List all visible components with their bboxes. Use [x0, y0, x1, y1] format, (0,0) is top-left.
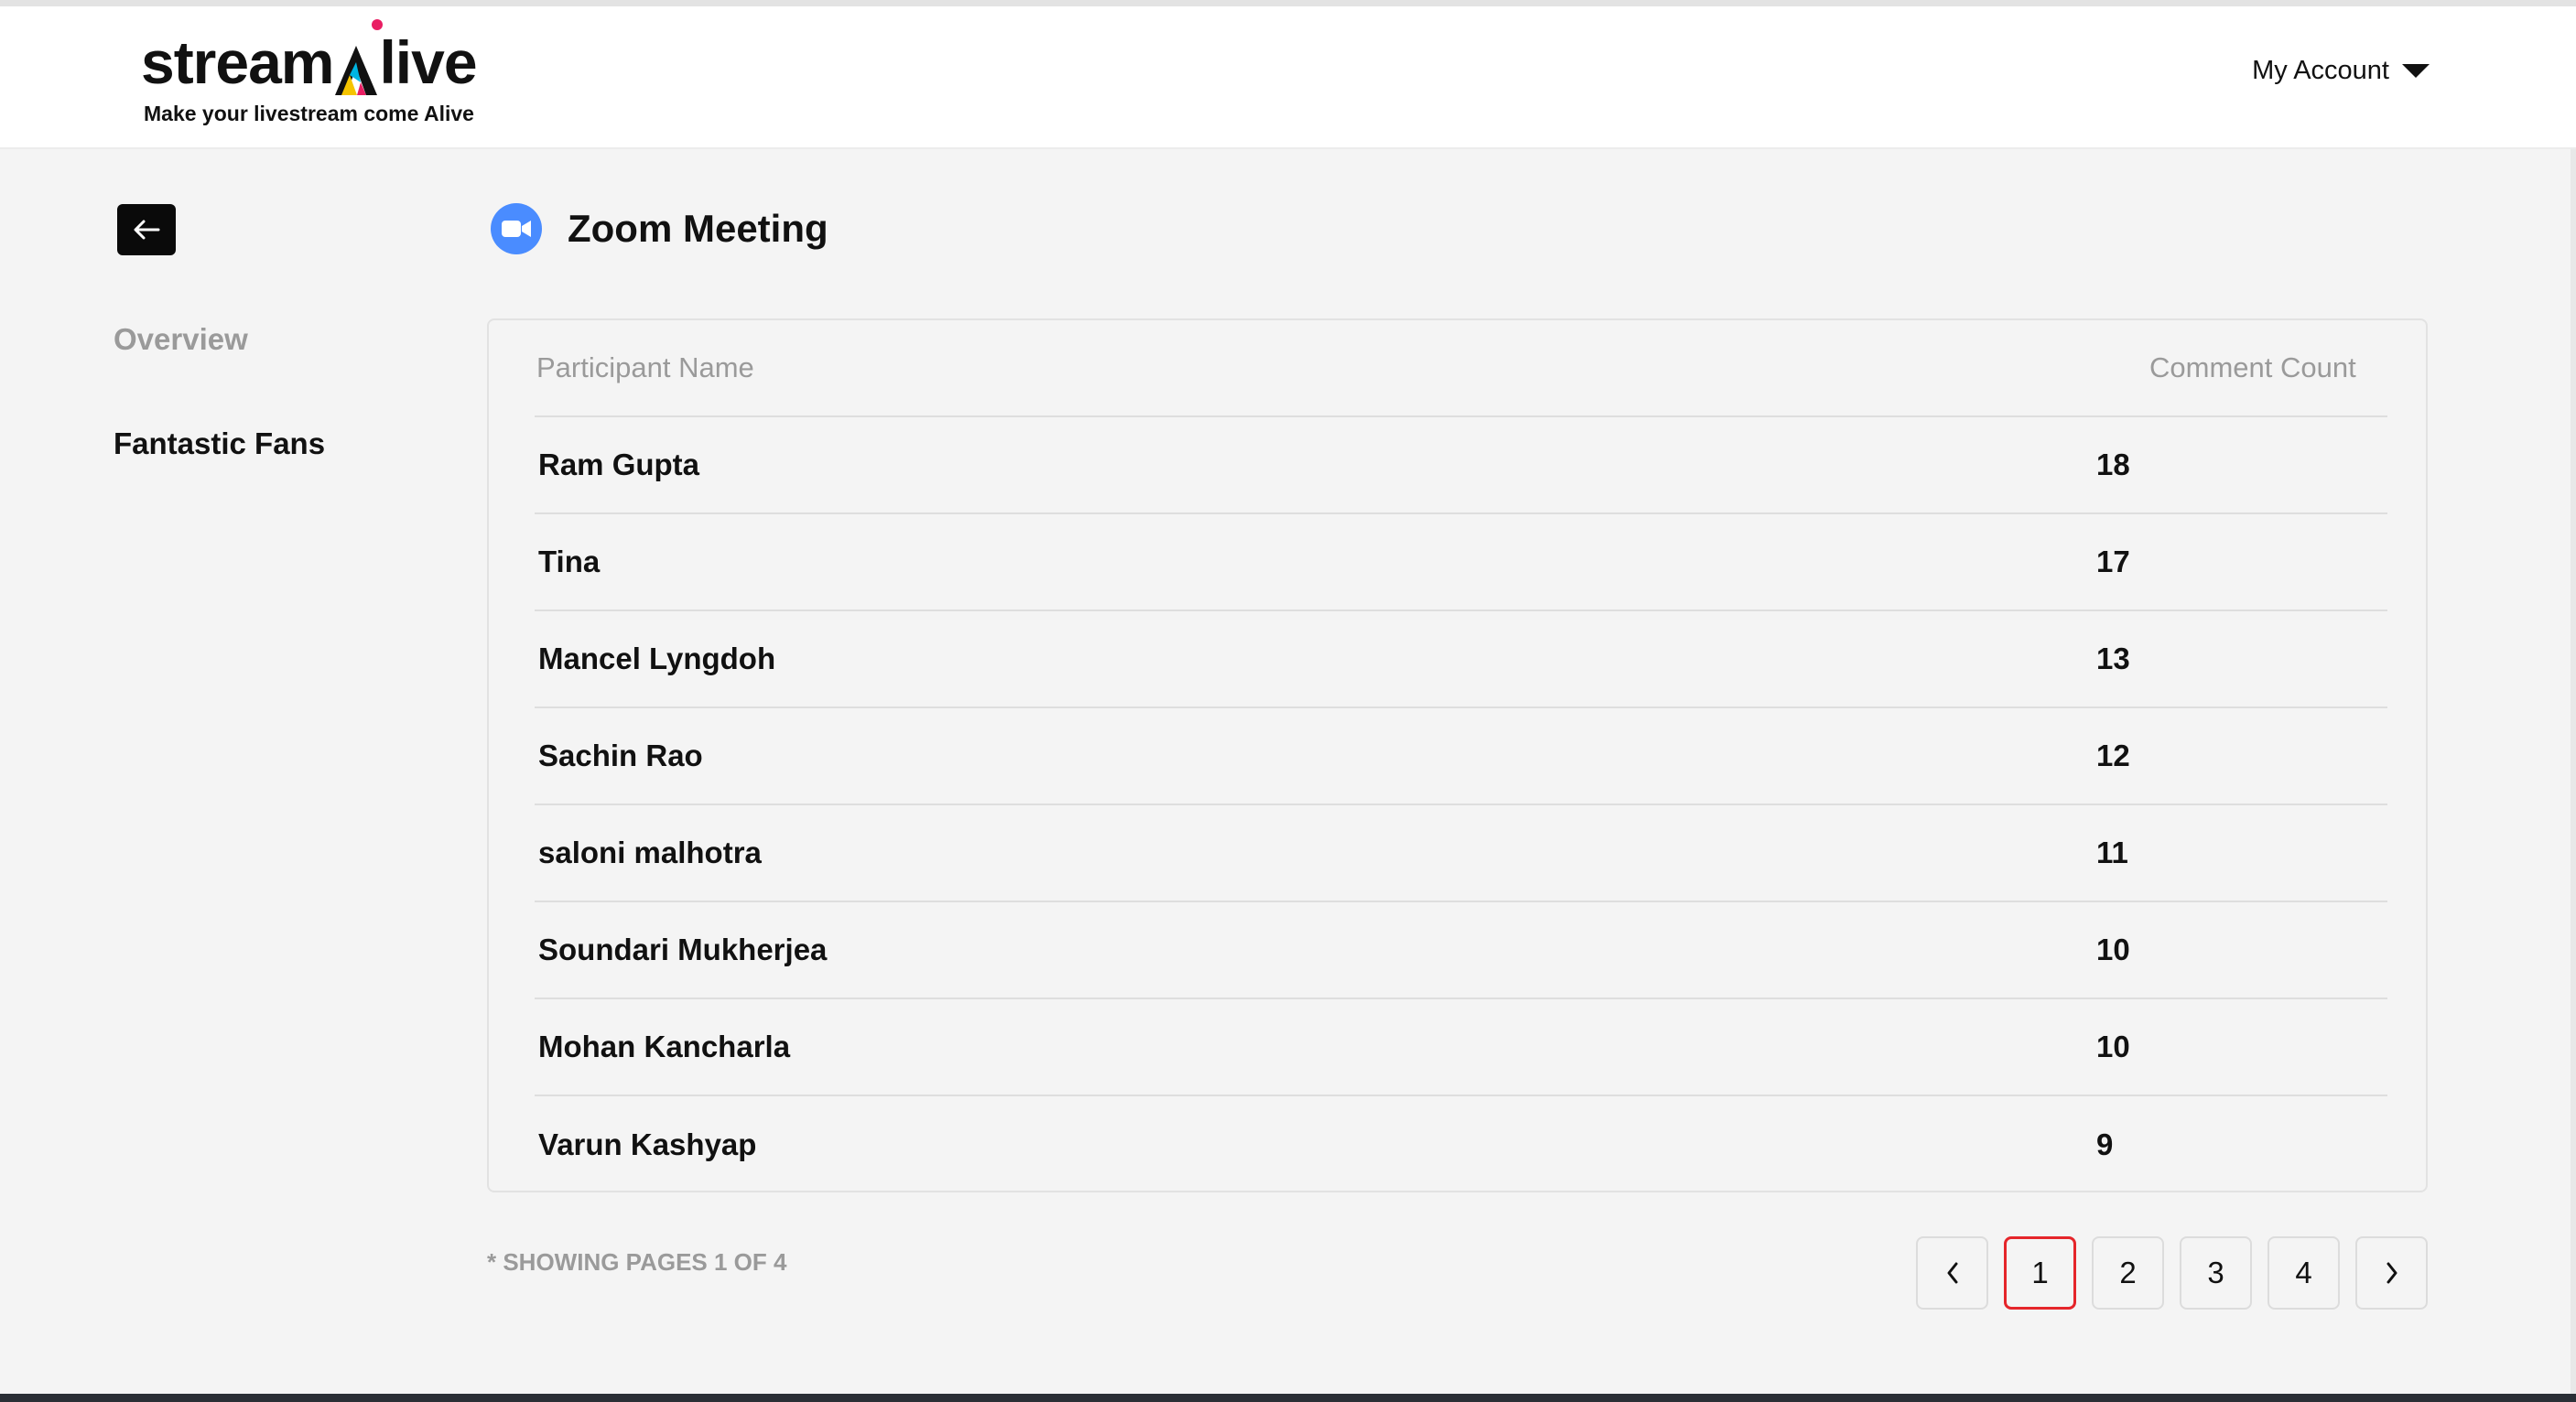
zoom-camera-icon [491, 203, 542, 254]
sidebar-item-overview[interactable]: Overview [114, 322, 325, 357]
participant-name: Mancel Lyngdoh [538, 642, 776, 675]
pagination-status: * SHOWING PAGES 1 OF 4 [487, 1248, 787, 1276]
sidebar-item-fantastic-fans[interactable]: Fantastic Fans [114, 426, 325, 461]
participant-name: Ram Gupta [538, 448, 700, 481]
back-button[interactable] [117, 204, 176, 255]
page-title-row: Zoom Meeting [491, 203, 828, 254]
arrow-left-icon [134, 220, 160, 240]
participant-name: Mohan Kancharla [538, 1030, 791, 1063]
brand-dot-icon [372, 19, 383, 30]
comment-count: 12 [2096, 739, 2130, 772]
page-title: Zoom Meeting [568, 207, 828, 250]
table-row[interactable]: saloni malhotra 11 [535, 805, 2387, 902]
table-row[interactable]: Mancel Lyngdoh 13 [535, 611, 2387, 708]
top-header: stream live Make your livestream come Al… [0, 6, 2576, 149]
brand-name-end: live [379, 28, 477, 96]
comment-count: 18 [2096, 448, 2130, 481]
brand-wordmark: stream live [141, 27, 478, 98]
caret-down-icon [2402, 64, 2430, 78]
bottom-edge [0, 1394, 2576, 1402]
comment-count: 11 [2096, 836, 2128, 869]
table-header: Participant Name Comment Count [535, 320, 2387, 417]
comment-count: 17 [2096, 545, 2130, 578]
table-row[interactable]: Varun Kashyap 9 [535, 1096, 2387, 1193]
brand-name-start: stream [141, 28, 334, 96]
scrollbar-track[interactable] [2571, 149, 2576, 1394]
page-2-button[interactable]: 2 [2092, 1236, 2164, 1310]
brand-a-icon [335, 38, 378, 95]
chevron-right-icon [2387, 1262, 2397, 1284]
participant-name: Soundari Mukherjea [538, 933, 828, 966]
sidebar-nav: Overview Fantastic Fans [114, 322, 325, 531]
table-row[interactable]: Soundari Mukherjea 10 [535, 902, 2387, 999]
column-header-participant-name[interactable]: Participant Name [535, 351, 2149, 384]
comment-count: 10 [2096, 933, 2130, 966]
column-header-comment-count[interactable]: Comment Count [2149, 351, 2387, 384]
previous-page-button[interactable] [1916, 1236, 1988, 1310]
table-row[interactable]: Sachin Rao 12 [535, 708, 2387, 805]
page-1-button[interactable]: 1 [2004, 1236, 2076, 1310]
table-row[interactable]: Ram Gupta 18 [535, 417, 2387, 514]
brand-logo[interactable]: stream live Make your livestream come Al… [141, 27, 478, 126]
participant-name: Tina [538, 545, 601, 578]
participant-name: saloni malhotra [538, 836, 762, 869]
participant-name: Varun Kashyap [538, 1127, 757, 1161]
table-row[interactable]: Mohan Kancharla 10 [535, 999, 2387, 1096]
next-page-button[interactable] [2355, 1236, 2428, 1310]
comment-count: 13 [2096, 642, 2130, 675]
brand-tagline: Make your livestream come Alive [144, 102, 474, 125]
top-border [0, 0, 2576, 6]
page-4-button[interactable]: 4 [2268, 1236, 2340, 1310]
page-3-button[interactable]: 3 [2180, 1236, 2252, 1310]
my-account-label: My Account [2252, 56, 2389, 85]
my-account-menu[interactable]: My Account [2252, 56, 2430, 86]
participant-name: Sachin Rao [538, 739, 703, 772]
comment-count: 10 [2096, 1030, 2130, 1063]
chevron-left-icon [1947, 1262, 1957, 1284]
fans-table: Participant Name Comment Count Ram Gupta… [487, 318, 2428, 1192]
comment-count: 9 [2096, 1127, 2114, 1161]
pagination: 1 2 3 4 [1916, 1236, 2428, 1310]
table-row[interactable]: Tina 17 [535, 514, 2387, 611]
table-body: Ram Gupta 18 Tina 17 Mancel Lyngdoh 13 S… [535, 417, 2387, 1193]
